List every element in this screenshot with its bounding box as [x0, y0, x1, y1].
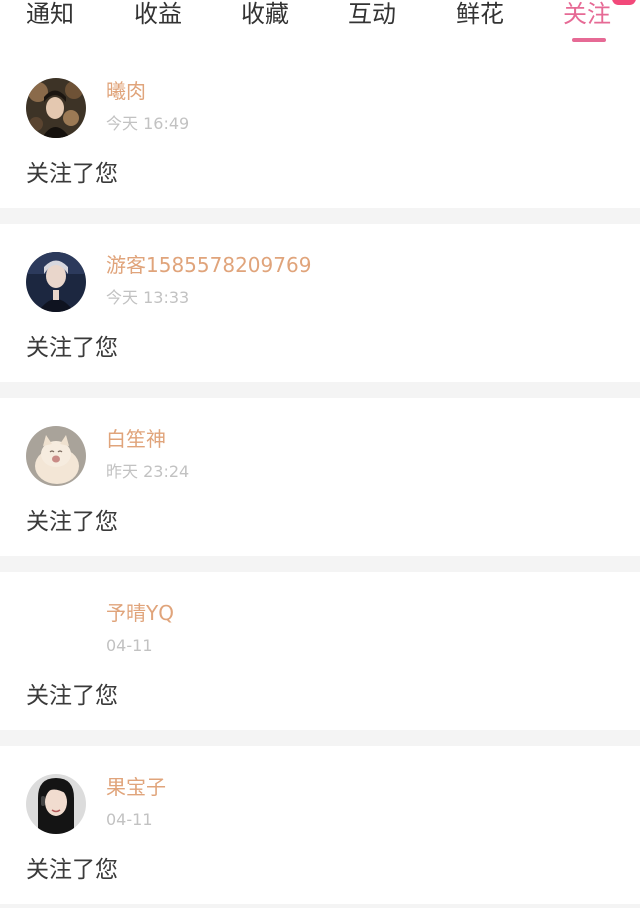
tab-bar: 通知 收益 收藏 互动 鲜花 关注	[0, 0, 640, 56]
timestamp: 今天 16:49	[106, 114, 190, 133]
timestamp: 04-11	[106, 636, 153, 655]
notification-message: 关注了您	[26, 161, 118, 187]
notification-message: 关注了您	[26, 509, 118, 535]
list-item[interactable]: 游客1585578209769 今天 13:33 关注了您	[0, 224, 640, 382]
username[interactable]: 曦肉	[106, 79, 146, 103]
notification-message: 关注了您	[26, 335, 118, 361]
avatar[interactable]	[26, 600, 86, 660]
tab-flowers[interactable]: 鲜花	[456, 0, 504, 31]
username[interactable]: 游客1585578209769	[106, 253, 311, 277]
list-item[interactable]: 予晴YQ 04-11 关注了您	[0, 572, 640, 730]
timestamp: 昨天 23:24	[106, 462, 190, 481]
active-tab-indicator	[572, 38, 606, 42]
username[interactable]: 予晴YQ	[106, 601, 174, 625]
tab-interactions[interactable]: 互动	[348, 0, 396, 31]
avatar[interactable]	[26, 426, 86, 486]
list-item[interactable]: 果宝子 04-11 关注了您	[0, 746, 640, 904]
list-item[interactable]: 白笙神 昨天 23:24 关注了您	[0, 398, 640, 556]
list-item[interactable]: 曦肉 今天 16:49 关注了您	[0, 50, 640, 208]
avatar[interactable]	[26, 774, 86, 834]
tab-earnings[interactable]: 收益	[134, 0, 182, 31]
tab-notifications[interactable]: 通知	[26, 0, 74, 31]
username[interactable]: 白笙神	[106, 427, 166, 451]
timestamp: 04-11	[106, 810, 153, 829]
avatar[interactable]	[26, 78, 86, 138]
tab-follows[interactable]: 关注	[563, 0, 611, 31]
notification-message: 关注了您	[26, 857, 118, 883]
tab-notification-badge	[612, 0, 636, 5]
username[interactable]: 果宝子	[106, 775, 166, 799]
notification-message: 关注了您	[26, 683, 118, 709]
tab-favorites[interactable]: 收藏	[241, 0, 289, 31]
avatar[interactable]	[26, 252, 86, 312]
timestamp: 今天 13:33	[106, 288, 190, 307]
